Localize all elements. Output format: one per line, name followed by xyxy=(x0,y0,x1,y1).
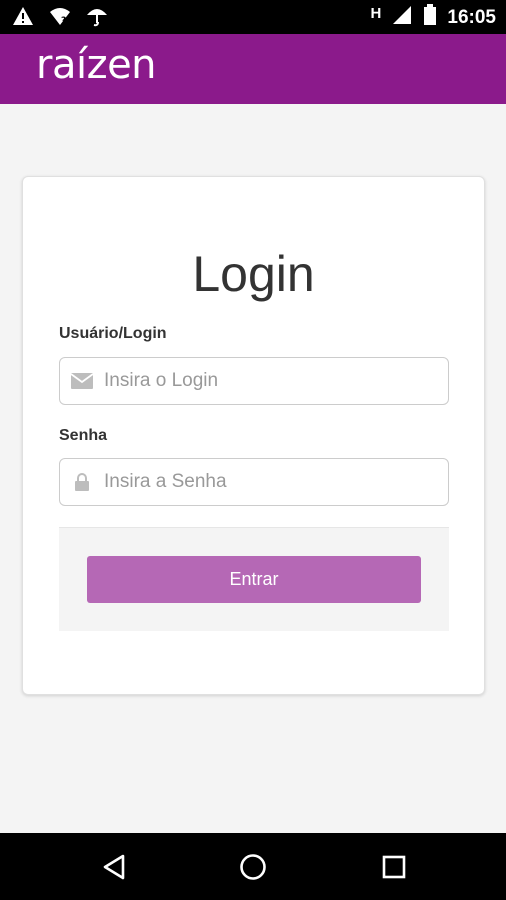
umbrella-icon xyxy=(86,5,108,32)
username-input[interactable] xyxy=(104,361,434,401)
app-header: raízen xyxy=(0,34,506,104)
signal-icon xyxy=(391,5,413,30)
password-input[interactable] xyxy=(104,462,434,502)
status-time: 16:05 xyxy=(447,6,496,28)
back-icon[interactable] xyxy=(98,851,130,883)
envelope-icon xyxy=(60,373,104,389)
password-field[interactable] xyxy=(59,458,449,506)
login-card: Login Usuário/Login Senha Entrar xyxy=(22,176,485,695)
wifi-question-icon: ? xyxy=(48,6,72,31)
recents-icon[interactable] xyxy=(378,851,410,883)
nav-bar xyxy=(0,833,506,900)
form-actions: Entrar xyxy=(59,527,449,631)
username-field[interactable] xyxy=(59,357,449,405)
login-button[interactable]: Entrar xyxy=(87,556,421,603)
network-type: H xyxy=(370,5,382,22)
warning-icon xyxy=(12,6,34,31)
brand-logo: raízen xyxy=(36,42,157,88)
svg-text:?: ? xyxy=(61,16,66,26)
notification-icons: ? xyxy=(12,5,108,32)
page-title: Login xyxy=(192,246,315,302)
status-bar: ? H 16:05 xyxy=(0,0,506,34)
username-label: Usuário/Login xyxy=(59,325,167,342)
battery-icon xyxy=(423,4,437,31)
system-status: H 16:05 xyxy=(371,4,496,31)
home-icon[interactable] xyxy=(237,851,269,883)
lock-icon xyxy=(60,473,104,491)
password-label: Senha xyxy=(59,427,108,444)
